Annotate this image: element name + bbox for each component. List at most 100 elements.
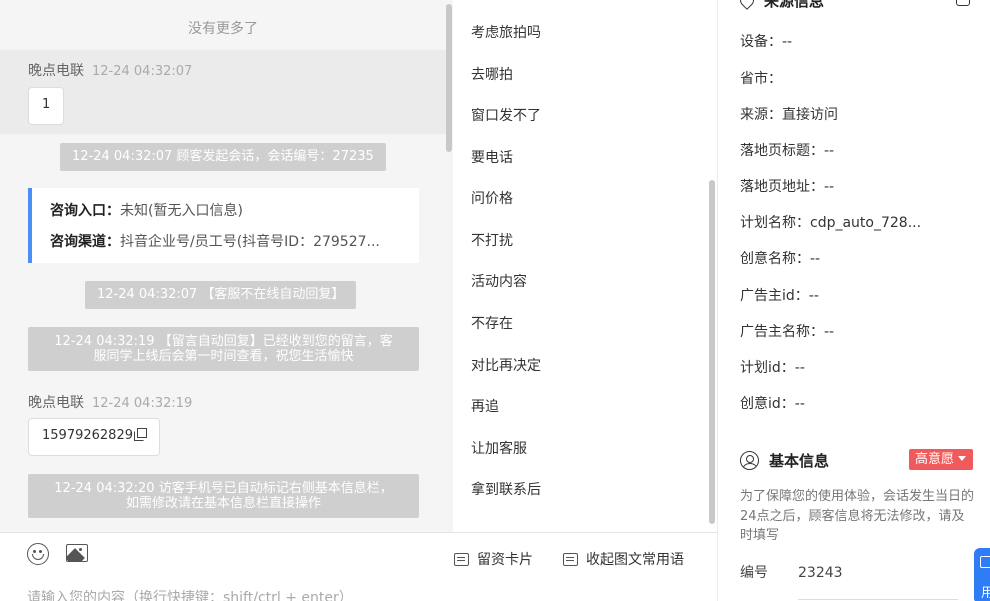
field-value: -- [824, 179, 835, 195]
field-label: 落地页标题： [740, 143, 824, 159]
message-text: 15979262829 [42, 428, 133, 443]
phrases-icon [563, 553, 578, 566]
field-value: -- [794, 396, 805, 412]
field-advertiser-name: 广告主名称：-- [740, 321, 834, 341]
field-label: 落地页地址： [740, 179, 824, 195]
chat-workspace: 没有更多了 晚点电联 12-24 04:32:07 1 12-24 04:32:0… [0, 0, 990, 601]
field-label: 设备： [740, 34, 782, 50]
shop-icon[interactable] [956, 0, 970, 6]
sender-name: 晚点电联 [28, 395, 84, 411]
field-label: 创意名称： [740, 251, 810, 267]
no-more-hint: 没有更多了 [188, 21, 258, 37]
field-advertiser-id: 广告主id：-- [740, 285, 819, 305]
system-leave-message-reply: 12-24 04:32:19 【留言自动回复】已经收到您的留言，客服同学上线后会… [28, 327, 419, 371]
lead-card-button[interactable]: 留资卡片 [454, 549, 533, 569]
consult-entry-card: 咨询入口：未知(暂无入口信息) 咨询渠道：抖音企业号/员工号(抖音号ID：279… [28, 188, 419, 263]
collapse-phrases-label: 收起图文常用语 [586, 552, 684, 568]
field-value: -- [810, 251, 821, 267]
customer-number-value: 23243 [798, 565, 843, 581]
quick-reply-item[interactable]: 拿到联系后 [471, 479, 541, 499]
edit-deadline-notice: 为了保障您的使用体验，会话发生当日的24点之后，顾客信息将无法修改，请及时填写 [740, 489, 975, 543]
basic-info-header: 基本信息 [740, 450, 829, 471]
customer-number-label: 编号 [740, 565, 768, 581]
customer-info-panel: 来源信息 设备：-- 省市： 来源：直接访问 落地页标题：-- 落地页地址：--… [717, 0, 990, 601]
field-value: cdp_auto_728... [810, 215, 922, 231]
field-label: 广告主名称： [740, 324, 824, 340]
quick-reply-item[interactable]: 问价格 [471, 188, 513, 208]
quick-reply-scrollbar[interactable] [709, 180, 715, 524]
field-landing-title: 落地页标题：-- [740, 140, 834, 160]
lead-card-label: 留资卡片 [477, 552, 533, 568]
chat-scrollbar[interactable] [446, 4, 452, 152]
consult-entry-row: 咨询入口：未知(暂无入口信息) [50, 195, 419, 226]
field-device: 设备：-- [740, 31, 792, 51]
message-sender: 晚点电联 12-24 04:32:07 [28, 60, 192, 80]
collapse-phrases-button[interactable]: 收起图文常用语 [563, 549, 684, 569]
sender-name: 晚点电联 [28, 63, 84, 79]
quick-reply-item[interactable]: 活动内容 [471, 271, 527, 291]
floating-action-label: 用 [981, 586, 990, 601]
caret-down-icon [958, 456, 967, 461]
source-info-header: 来源信息 [737, 0, 825, 11]
edit-icon [980, 556, 990, 568]
message-time: 12-24 04:32:07 [92, 64, 193, 79]
consult-channel-row: 咨询渠道：抖音企业号/员工号(抖音号ID：279527... [50, 226, 419, 258]
field-label: 计划id： [740, 360, 795, 376]
user-icon [740, 451, 759, 470]
source-info-title: 来源信息 [764, 0, 825, 10]
quick-reply-item[interactable]: 考虑旅拍吗 [471, 22, 541, 42]
chat-history[interactable]: 没有更多了 晚点电联 12-24 04:32:07 1 12-24 04:32:0… [0, 0, 453, 532]
quick-reply-item[interactable]: 再追 [471, 396, 499, 416]
consult-channel-label: 咨询渠道： [50, 234, 120, 250]
field-label: 来源： [740, 107, 782, 123]
quick-reply-item[interactable]: 窗口发不了 [471, 105, 541, 125]
message-text: 1 [42, 97, 51, 112]
field-label: 广告主id： [740, 288, 809, 304]
quick-reply-item[interactable]: 对比再决定 [471, 355, 541, 375]
message-time: 12-24 04:32:19 [92, 396, 193, 411]
field-plan-name: 计划名称：cdp_auto_728... [740, 212, 921, 232]
field-value: -- [824, 143, 835, 159]
message-bubble[interactable]: 15979262829 [28, 418, 160, 456]
consult-channel-value: 抖音企业号/员工号(抖音号ID：279527... [120, 234, 380, 250]
system-session-start: 12-24 04:32:07 顾客发起会话，会话编号：27235 [60, 143, 386, 171]
field-source: 来源：直接访问 [740, 104, 838, 124]
field-region: 省市： [740, 68, 782, 88]
field-plan-id: 计划id：-- [740, 357, 805, 377]
quick-reply-list: 考虑旅拍吗 去哪拍 窗口发不了 要电话 问价格 不打扰 活动内容 不存在 对比再… [453, 0, 717, 532]
field-value: -- [808, 288, 819, 304]
field-label: 计划名称： [740, 215, 810, 231]
field-divider [798, 599, 958, 600]
intent-level-label: 高意愿 [915, 452, 955, 467]
quick-reply-item[interactable]: 不存在 [471, 313, 513, 333]
message-bubble[interactable]: 1 [28, 87, 65, 125]
system-phone-marked: 12-24 04:32:20 访客手机号已自动标记右侧基本信息栏，如需修改请在基… [28, 474, 419, 518]
intent-level-dropdown[interactable]: 高意愿 [909, 449, 974, 470]
field-value: 直接访问 [782, 107, 838, 123]
lead-card-icon [454, 553, 469, 566]
field-value: -- [794, 360, 805, 376]
field-creative-id: 创意id：-- [740, 393, 805, 413]
message-sender: 晚点电联 12-24 04:32:19 [28, 392, 192, 412]
system-offline-reply: 12-24 04:32:07 【客服不在线自动回复】 [85, 281, 357, 309]
field-value: -- [824, 324, 835, 340]
input-toolbar: 留资卡片 收起图文常用语 请输入您的内容（换行快捷键：shift/ctrl + … [0, 532, 717, 601]
field-label: 创意id： [740, 396, 795, 412]
floating-action-button[interactable]: 用 [974, 548, 990, 601]
emoji-icon[interactable] [27, 543, 49, 565]
location-pin-icon [737, 0, 757, 10]
quick-reply-item[interactable]: 去哪拍 [471, 64, 513, 84]
image-icon[interactable] [66, 544, 88, 562]
quick-reply-item[interactable]: 让加客服 [471, 438, 527, 458]
field-creative-name: 创意名称：-- [740, 248, 820, 268]
quick-reply-item[interactable]: 不打扰 [471, 230, 513, 250]
consult-entry-label: 咨询入口： [50, 203, 120, 219]
basic-info-title: 基本信息 [769, 452, 830, 470]
field-landing-url: 落地页地址：-- [740, 176, 834, 196]
quick-reply-item[interactable]: 要电话 [471, 147, 513, 167]
field-label: 省市： [740, 71, 782, 87]
message-input[interactable]: 请输入您的内容（换行快捷键：shift/ctrl + enter） [27, 587, 353, 601]
customer-number-row: 编号 23243 [740, 562, 843, 582]
field-value: -- [782, 34, 793, 50]
copy-icon[interactable] [133, 428, 147, 441]
